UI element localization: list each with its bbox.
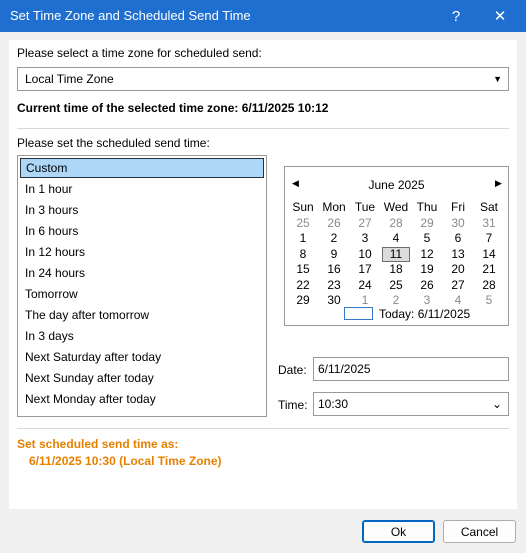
calendar-day[interactable]: 9: [320, 247, 348, 262]
time-value: 10:30: [318, 397, 349, 411]
separator: [17, 128, 509, 129]
weekday-header: Wed: [383, 200, 409, 214]
calendar-day[interactable]: 28: [475, 278, 503, 293]
list-item[interactable]: In 1 hour: [20, 179, 264, 199]
calendar-day[interactable]: 21: [475, 262, 503, 277]
calendar-day[interactable]: 8: [289, 247, 317, 262]
calendar-day[interactable]: 25: [289, 216, 317, 231]
dialog-title: Set Time Zone and Scheduled Send Time: [10, 8, 251, 23]
calendar-day[interactable]: 26: [320, 216, 348, 231]
calendar-day[interactable]: 14: [475, 247, 503, 262]
weekday-header: Fri: [451, 200, 465, 214]
list-item[interactable]: The day after tomorrow: [20, 305, 264, 325]
weekday-header: Tue: [354, 200, 376, 214]
calendar-day[interactable]: 11: [382, 246, 410, 262]
next-month-icon[interactable]: ▶: [495, 178, 502, 189]
chevron-down-icon: ⌄: [491, 397, 502, 411]
title-bar[interactable]: Set Time Zone and Scheduled Send Time ? …: [0, 0, 526, 32]
ok-button[interactable]: Ok: [362, 520, 435, 543]
calendar-day[interactable]: 15: [289, 262, 317, 277]
separator: [17, 428, 509, 429]
summary-value: 6/11/2025 10:30 (Local Time Zone): [29, 454, 222, 468]
calendar-day[interactable]: 30: [320, 293, 348, 308]
calendar-day[interactable]: 17: [351, 262, 379, 277]
calendar-today-link[interactable]: Today: 6/11/2025: [379, 307, 470, 321]
calendar-day[interactable]: 4: [444, 293, 472, 308]
schedule-options-list[interactable]: Custom In 1 hour In 3 hours In 6 hours In 12…: [17, 155, 267, 417]
calendar-day[interactable]: 25: [382, 278, 410, 293]
calendar-day[interactable]: 3: [351, 231, 379, 246]
current-time-label: Current time of the selected time zone: …: [17, 101, 329, 115]
calendar-day[interactable]: 1: [289, 231, 317, 246]
calendar-day[interactable]: 26: [413, 278, 441, 293]
calendar-day[interactable]: 10: [351, 247, 379, 262]
timezone-dropdown[interactable]: Local Time Zone ▼: [17, 67, 509, 91]
calendar-day[interactable]: 31: [475, 216, 503, 231]
calendar-day[interactable]: 2: [320, 231, 348, 246]
date-input[interactable]: 6/11/2025: [313, 357, 509, 381]
list-item[interactable]: Tomorrow: [20, 284, 264, 304]
list-item[interactable]: Next Monday after today: [20, 389, 264, 409]
calendar-day[interactable]: 19: [413, 262, 441, 277]
calendar-day[interactable]: 7: [475, 231, 503, 246]
calendar-day[interactable]: 29: [289, 293, 317, 308]
weekday-header: Sat: [479, 200, 498, 214]
schedule-prompt: Please set the scheduled send time:: [17, 136, 210, 150]
time-dropdown[interactable]: 10:30 ⌄: [313, 392, 509, 416]
list-item[interactable]: In 24 hours: [20, 263, 264, 283]
date-label: Date:: [278, 363, 307, 377]
list-item[interactable]: In 3 days: [20, 326, 264, 346]
calendar-day[interactable]: 27: [351, 216, 379, 231]
calendar-day[interactable]: 20: [444, 262, 472, 277]
calendar-day[interactable]: 27: [444, 278, 472, 293]
date-value: 6/11/2025: [318, 362, 371, 376]
calendar-day[interactable]: 18: [382, 262, 410, 277]
calendar-day[interactable]: 3: [413, 293, 441, 308]
calendar-day[interactable]: 1: [351, 293, 379, 308]
timezone-prompt: Please select a time zone for scheduled …: [17, 46, 262, 60]
calendar-day[interactable]: 24: [351, 278, 379, 293]
calendar-month-label: June 2025: [368, 178, 425, 192]
calendar-day[interactable]: 23: [320, 278, 348, 293]
calendar-day[interactable]: 4: [382, 231, 410, 246]
summary-heading: Set scheduled send time as:: [17, 437, 179, 451]
calendar-day[interactable]: 5: [475, 293, 503, 308]
list-item[interactable]: In 12 hours: [20, 242, 264, 262]
calendar-day[interactable]: 16: [320, 262, 348, 277]
calendar-day[interactable]: 30: [444, 216, 472, 231]
calendar-day[interactable]: 5: [413, 231, 441, 246]
list-item[interactable]: Custom: [20, 158, 264, 178]
time-label: Time:: [278, 398, 308, 412]
calendar-day[interactable]: 12: [413, 247, 441, 262]
calendar-day[interactable]: 13: [444, 247, 472, 262]
today-marker-box: [344, 307, 373, 320]
dialog-body: Please select a time zone for scheduled …: [9, 40, 517, 509]
weekday-header: Sun: [292, 200, 314, 214]
chevron-down-icon: ▼: [493, 74, 502, 84]
list-item[interactable]: In 6 hours: [20, 221, 264, 241]
calendar-day[interactable]: 22: [289, 278, 317, 293]
weekday-header: Mon: [322, 200, 346, 214]
calendar-day[interactable]: 2: [382, 293, 410, 308]
cancel-button[interactable]: Cancel: [443, 520, 516, 543]
dialog-window: Set Time Zone and Scheduled Send Time ? …: [0, 0, 526, 553]
list-item[interactable]: Next Sunday after today: [20, 368, 264, 388]
calendar-day[interactable]: 29: [413, 216, 441, 231]
calendar-day[interactable]: 6: [444, 231, 472, 246]
list-item[interactable]: Next Saturday after today: [20, 347, 264, 367]
weekday-header: Thu: [416, 200, 438, 214]
month-calendar[interactable]: ◀ June 2025 ▶ Today: 6/11/2025 Sun Mon Tue…: [284, 166, 509, 326]
timezone-selected-value: Local Time Zone: [25, 72, 114, 86]
help-button[interactable]: ?: [434, 0, 478, 32]
close-button[interactable]: ✕: [478, 0, 522, 32]
calendar-day[interactable]: 28: [382, 216, 410, 231]
list-item[interactable]: In 3 hours: [20, 200, 264, 220]
